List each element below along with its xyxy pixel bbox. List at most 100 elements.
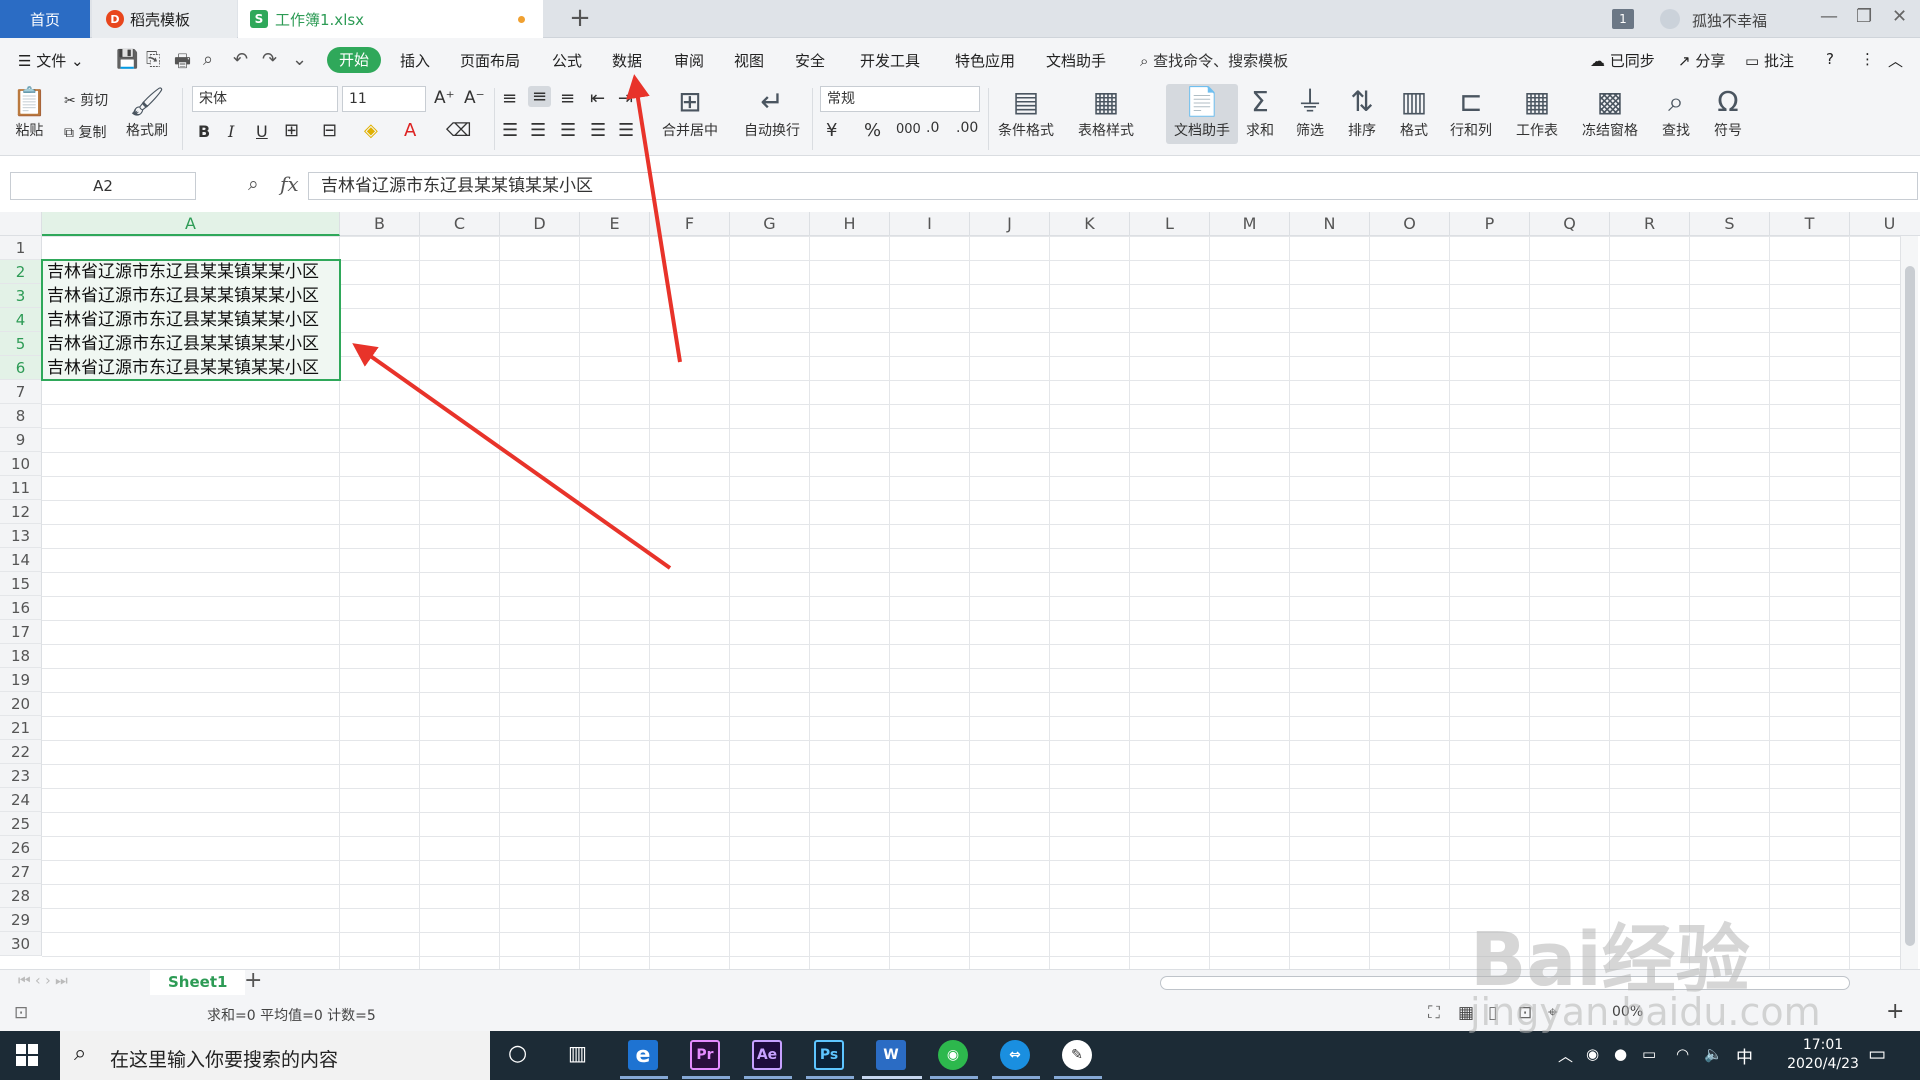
symbol-button[interactable]: Ω 符号 (1714, 84, 1742, 140)
row-header-28[interactable]: 28 (0, 884, 42, 908)
export-icon[interactable]: ⎘ (146, 49, 160, 70)
tab-doc-assistant[interactable]: 文档助手 (1046, 50, 1106, 71)
doc-assistant-button[interactable]: 📄 文档助手 (1166, 84, 1238, 144)
copy-button[interactable]: ⧉ 复制 (64, 122, 106, 142)
row-header-5[interactable]: 5 (0, 332, 42, 356)
row-header-21[interactable]: 21 (0, 716, 42, 740)
formula-input[interactable]: 吉林省辽源市东辽县某某镇某某小区 (308, 172, 1918, 200)
grow-font-icon[interactable]: A⁺ (434, 88, 455, 108)
avatar[interactable] (1660, 9, 1680, 29)
taskbar-search[interactable]: ⌕ 在这里输入你要搜索的内容 (60, 1031, 490, 1080)
row-header-13[interactable]: 13 (0, 524, 42, 548)
merge-center-button[interactable]: ⊞ 合并居中 (662, 84, 718, 140)
column-header-t[interactable]: T (1770, 212, 1850, 236)
tray-wechat-icon[interactable]: ◉ (1586, 1045, 1599, 1063)
underline-button[interactable]: U (256, 122, 268, 141)
battery-icon[interactable]: ▭ (1642, 1045, 1656, 1063)
format-painter-button[interactable]: 🖌 格式刷 (126, 84, 168, 140)
row-header-20[interactable]: 20 (0, 692, 42, 716)
row-header-26[interactable]: 26 (0, 836, 42, 860)
collapse-ribbon-icon[interactable]: ︿ (1888, 50, 1903, 71)
task-view-icon[interactable]: ▥ (568, 1041, 587, 1065)
cortana-icon[interactable]: ○ (508, 1041, 527, 1066)
align-left-icon[interactable]: ☰ (502, 120, 518, 141)
tab-review[interactable]: 审阅 (674, 50, 704, 71)
column-header-j[interactable]: J (970, 212, 1050, 236)
zoom-in-icon[interactable]: + (1886, 999, 1904, 1024)
wechat-icon[interactable]: ◉ (938, 1040, 968, 1070)
teamviewer-icon[interactable]: ⇔ (1000, 1040, 1030, 1070)
row-header-23[interactable]: 23 (0, 764, 42, 788)
sync-button[interactable]: ☁ 已同步 (1590, 50, 1655, 71)
align-bottom-icon[interactable]: ≡ (560, 88, 575, 109)
row-header-12[interactable]: 12 (0, 500, 42, 524)
shrink-font-icon[interactable]: A⁻ (464, 88, 485, 108)
comment-button[interactable]: ▭ 批注 (1745, 50, 1794, 71)
row-header-22[interactable]: 22 (0, 740, 42, 764)
new-tab-button[interactable]: + (565, 4, 595, 34)
column-header-f[interactable]: F (650, 212, 730, 236)
fx-icon[interactable]: fx (280, 172, 299, 196)
column-header-g[interactable]: G (730, 212, 810, 236)
tab-workbook[interactable]: S 工作簿1.xlsx (238, 0, 543, 38)
tab-security[interactable]: 安全 (795, 50, 825, 71)
customize-icon[interactable]: ⌄ (292, 49, 307, 70)
column-header-c[interactable]: C (420, 212, 500, 236)
tray-expand-icon[interactable]: ︿ (1558, 1045, 1573, 1066)
column-header-s[interactable]: S (1690, 212, 1770, 236)
thousands-button[interactable]: 000 (896, 122, 921, 137)
column-header-o[interactable]: O (1370, 212, 1450, 236)
row-header-15[interactable]: 15 (0, 572, 42, 596)
column-header-q[interactable]: Q (1530, 212, 1610, 236)
row-header-14[interactable]: 14 (0, 548, 42, 572)
undo-icon[interactable]: ↶ (233, 49, 248, 70)
save-icon[interactable]: 💾 (116, 49, 138, 70)
tab-template[interactable]: D 稻壳模板 (92, 0, 237, 38)
row-header-10[interactable]: 10 (0, 452, 42, 476)
tab-start[interactable]: 开始 (327, 47, 381, 73)
align-center-icon[interactable]: ☰ (530, 120, 546, 141)
feather-app-icon[interactable]: ✎ (1062, 1040, 1092, 1070)
wifi-icon[interactable]: ◠ (1676, 1045, 1689, 1063)
number-format-select[interactable]: 常规 (820, 86, 980, 112)
command-search[interactable]: ⌕ 查找命令、搜索模板 (1140, 50, 1288, 71)
more-icon[interactable]: ⋮ (1860, 50, 1875, 68)
share-button[interactable]: ↗ 分享 (1678, 50, 1725, 71)
row-header-30[interactable]: 30 (0, 932, 42, 956)
align-right-icon[interactable]: ☰ (560, 120, 576, 141)
window-count-badge[interactable]: 1 (1612, 9, 1634, 29)
name-box[interactable]: A2 (10, 172, 196, 200)
tab-formula[interactable]: 公式 (552, 50, 582, 71)
cell-style-icon[interactable]: ⊟ (322, 120, 337, 141)
worksheet-button[interactable]: ▦ 工作表 (1516, 84, 1558, 140)
notification-icon[interactable]: ▭ (1868, 1043, 1886, 1065)
row-header-17[interactable]: 17 (0, 620, 42, 644)
font-name-select[interactable]: 宋体 (192, 86, 338, 112)
edge-icon[interactable]: e (628, 1040, 658, 1070)
restore-button[interactable]: ❐ (1856, 6, 1872, 27)
column-header-i[interactable]: I (890, 212, 970, 236)
increase-decimal-icon[interactable]: .0 (926, 120, 939, 136)
vertical-scrollbar[interactable] (1900, 236, 1918, 969)
row-header-9[interactable]: 9 (0, 428, 42, 452)
row-header-8[interactable]: 8 (0, 404, 42, 428)
row-header-2[interactable]: 2 (0, 260, 42, 284)
align-middle-icon[interactable]: ≡ (528, 86, 552, 107)
row-header-27[interactable]: 27 (0, 860, 42, 884)
row-header-16[interactable]: 16 (0, 596, 42, 620)
fill-color-icon[interactable]: ◈ (364, 120, 378, 141)
filter-button[interactable]: ⏚ 筛选 (1296, 84, 1324, 140)
column-header-r[interactable]: R (1610, 212, 1690, 236)
column-header-e[interactable]: E (580, 212, 650, 236)
volume-icon[interactable]: 🔈 (1704, 1045, 1723, 1063)
cut-button[interactable]: ✂ 剪切 (64, 90, 108, 110)
macro-icon[interactable]: ⊡ (14, 1003, 28, 1023)
column-header-h[interactable]: H (810, 212, 890, 236)
row-header-6[interactable]: 6 (0, 356, 42, 380)
tab-insert[interactable]: 插入 (400, 50, 430, 71)
column-header-p[interactable]: P (1450, 212, 1530, 236)
bold-button[interactable]: B (198, 122, 210, 141)
row-header-1[interactable]: 1 (0, 236, 42, 260)
currency-icon[interactable]: ¥ (826, 120, 837, 141)
row-header-25[interactable]: 25 (0, 812, 42, 836)
